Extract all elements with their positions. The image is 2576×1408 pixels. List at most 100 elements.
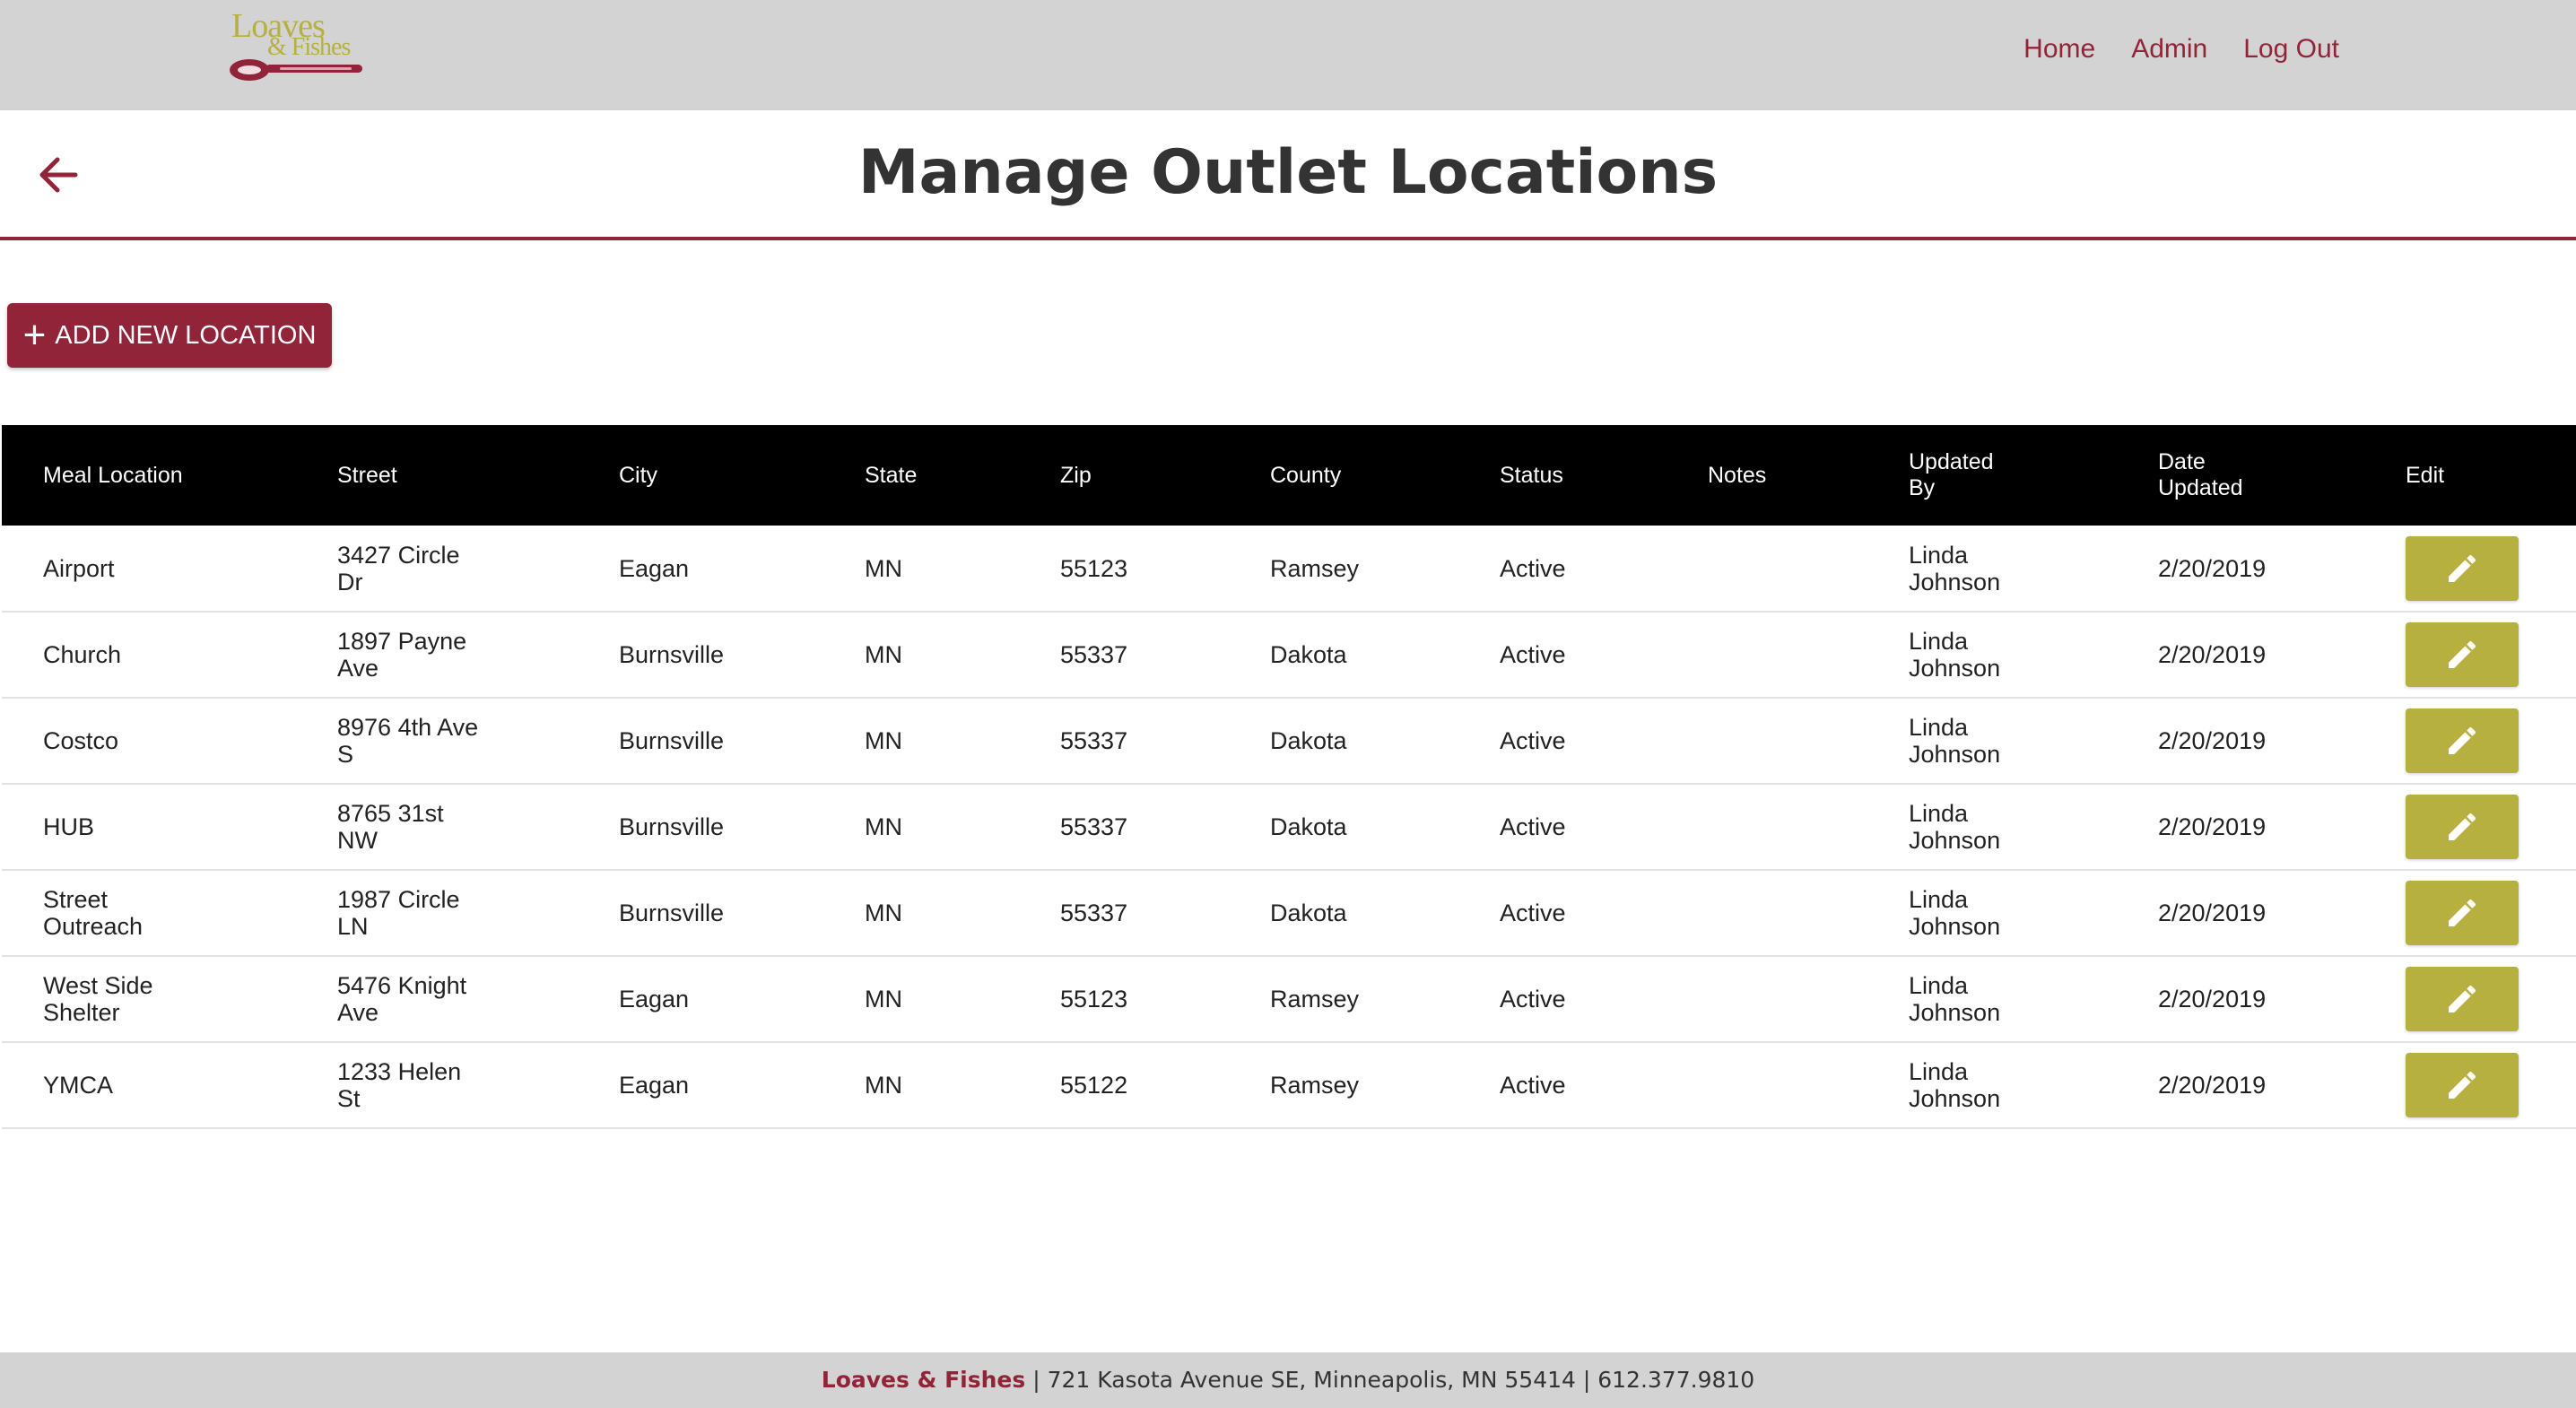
pencil-icon: [2449, 640, 2476, 668]
cell-state: MN: [823, 526, 1019, 613]
col-header-zip[interactable]: Zip: [1019, 425, 1229, 526]
cell-notes: [1667, 870, 1867, 957]
cell-status: Active: [1458, 870, 1667, 957]
pencil-icon: [2449, 985, 2476, 1013]
cell-county: Ramsey: [1229, 526, 1458, 613]
col-header-state[interactable]: State: [823, 425, 1019, 526]
col-header-street[interactable]: Street: [296, 425, 578, 526]
cell-updated-by: Linda Johnson: [1867, 526, 2117, 613]
pencil-icon: [2449, 899, 2476, 926]
cell-street: 1233 Helen St: [296, 1042, 578, 1129]
cell-edit: [2364, 1042, 2576, 1129]
cell-edit: [2364, 784, 2576, 871]
cell-updated-by: Linda Johnson: [1867, 698, 2117, 785]
cell-updated-by: Linda Johnson: [1867, 784, 2117, 871]
col-header-meal-location[interactable]: Meal Location: [2, 425, 296, 526]
table-row: YMCA 1233 Helen St Eagan MN 55122 Ramsey…: [2, 1042, 2576, 1129]
col-header-updated-by[interactable]: Updated By: [1867, 425, 2117, 526]
cell-state: MN: [823, 698, 1019, 785]
pencil-icon: [2449, 813, 2476, 840]
cell-notes: [1667, 956, 1867, 1043]
cell-county: Ramsey: [1229, 1042, 1458, 1129]
cell-county: Dakota: [1229, 870, 1458, 957]
nav-admin-link[interactable]: Admin: [2131, 34, 2207, 65]
add-new-location-label: ADD NEW LOCATION: [55, 320, 317, 350]
edit-button[interactable]: [2406, 622, 2519, 687]
col-header-notes[interactable]: Notes: [1667, 425, 1867, 526]
cell-updated-by: Linda Johnson: [1867, 612, 2117, 699]
edit-button[interactable]: [2406, 708, 2519, 773]
cell-status: Active: [1458, 784, 1667, 871]
title-bar: Manage Outlet Locations: [0, 110, 2576, 240]
cell-zip: 55337: [1019, 612, 1229, 699]
cell-zip: 55337: [1019, 784, 1229, 871]
cell-notes: [1667, 612, 1867, 699]
cell-date-updated: 2/20/2019: [2117, 1042, 2364, 1129]
add-new-location-button[interactable]: + ADD NEW LOCATION: [7, 303, 332, 368]
cell-updated-by: Linda Johnson: [1867, 1042, 2117, 1129]
col-header-county[interactable]: County: [1229, 425, 1458, 526]
table-row: Street Outreach 1987 Circle LN Burnsvill…: [2, 870, 2576, 957]
top-header: Loaves & Fishes Home Admin Log Out: [0, 0, 2576, 110]
edit-button[interactable]: [2406, 967, 2519, 1031]
edit-button[interactable]: [2406, 795, 2519, 859]
footer-brand: Loaves & Fishes: [821, 1367, 1026, 1393]
col-header-city[interactable]: City: [578, 425, 823, 526]
cell-notes: [1667, 526, 1867, 613]
spoon-icon: [230, 59, 362, 81]
cell-meal-location: Church: [2, 612, 296, 699]
footer-info: | 721 Kasota Avenue SE, Minneapolis, MN …: [1025, 1367, 1755, 1393]
cell-status: Active: [1458, 698, 1667, 785]
plus-icon: +: [22, 313, 47, 357]
cell-edit: [2364, 698, 2576, 785]
cell-edit: [2364, 526, 2576, 613]
cell-edit: [2364, 612, 2576, 699]
page-title: Manage Outlet Locations: [857, 137, 1719, 208]
cell-meal-location: West Side Shelter: [2, 956, 296, 1043]
cell-city: Eagan: [578, 956, 823, 1043]
cell-date-updated: 2/20/2019: [2117, 956, 2364, 1043]
nav-home-link[interactable]: Home: [2023, 34, 2095, 65]
edit-button[interactable]: [2406, 1053, 2519, 1117]
cell-street: 1897 Payne Ave: [296, 612, 578, 699]
pencil-icon: [2449, 554, 2476, 582]
logo[interactable]: Loaves & Fishes: [226, 9, 379, 83]
col-header-date-updated[interactable]: Date Updated: [2117, 425, 2364, 526]
edit-button[interactable]: [2406, 535, 2519, 601]
cell-state: MN: [823, 870, 1019, 957]
cell-date-updated: 2/20/2019: [2117, 698, 2364, 785]
cell-date-updated: 2/20/2019: [2117, 870, 2364, 957]
nav-logout-link[interactable]: Log Out: [2243, 34, 2339, 65]
cell-meal-location: YMCA: [2, 1042, 296, 1129]
cell-zip: 55123: [1019, 956, 1229, 1043]
cell-notes: [1667, 1042, 1867, 1129]
cell-street: 3427 Circle Dr: [296, 526, 578, 613]
cell-state: MN: [823, 784, 1019, 871]
cell-status: Active: [1458, 526, 1667, 613]
cell-updated-by: Linda Johnson: [1867, 870, 2117, 957]
table-row: HUB 8765 31st NW Burnsville MN 55337 Dak…: [2, 784, 2576, 871]
pencil-icon: [2449, 1071, 2476, 1099]
cell-notes: [1667, 698, 1867, 785]
cell-county: Ramsey: [1229, 956, 1458, 1043]
cell-zip: 55122: [1019, 1042, 1229, 1129]
cell-date-updated: 2/20/2019: [2117, 784, 2364, 871]
cell-city: Burnsville: [578, 870, 823, 957]
top-nav: Home Admin Log Out: [2023, 34, 2339, 65]
cell-county: Dakota: [1229, 784, 1458, 871]
table-row: Church 1897 Payne Ave Burnsville MN 5533…: [2, 612, 2576, 699]
edit-button[interactable]: [2406, 881, 2519, 945]
cell-city: Eagan: [578, 526, 823, 613]
cell-city: Burnsville: [578, 698, 823, 785]
cell-date-updated: 2/20/2019: [2117, 612, 2364, 699]
locations-table: Meal Location Street City State Zip Coun…: [2, 425, 2576, 1129]
cell-status: Active: [1458, 612, 1667, 699]
cell-state: MN: [823, 1042, 1019, 1129]
table-row: West Side Shelter 5476 Knight Ave Eagan …: [2, 956, 2576, 1043]
cell-edit: [2364, 870, 2576, 957]
cell-street: 8765 31st NW: [296, 784, 578, 871]
cell-zip: 55337: [1019, 870, 1229, 957]
table-header-row: Meal Location Street City State Zip Coun…: [2, 425, 2576, 526]
col-header-status[interactable]: Status: [1458, 425, 1667, 526]
cell-county: Dakota: [1229, 612, 1458, 699]
